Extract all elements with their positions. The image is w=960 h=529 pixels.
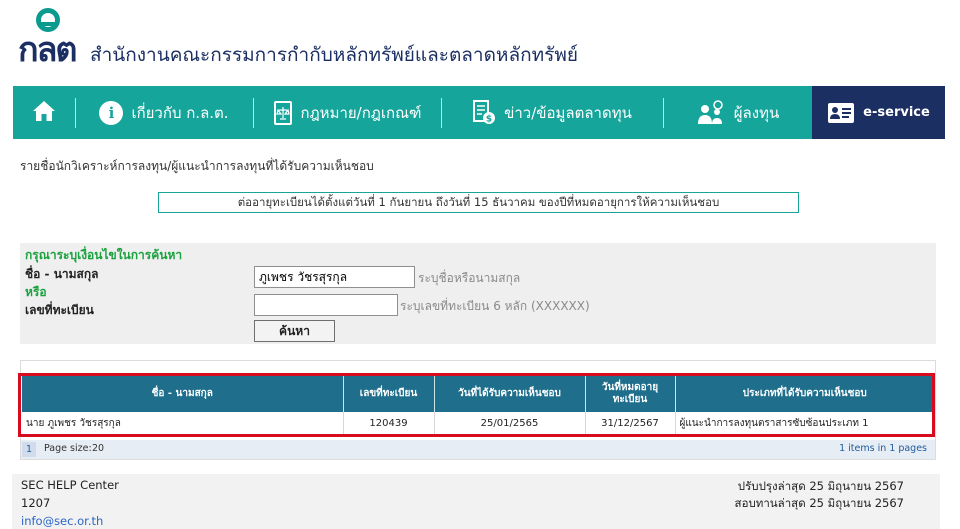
nav-laws-label: กฎหมาย/กฎเกณฑ์ (300, 103, 422, 122)
law-book-icon (273, 100, 293, 125)
pager-info: 1 items in 1 pages (839, 443, 927, 454)
site-footer: SEC HELP Center 1207 info@sec.or.th ปรับ… (12, 474, 940, 529)
nav-news[interactable]: $ ข่าว/ข้อมูลตลาดทุน (441, 86, 663, 139)
page-title: รายชื่อนักวิเคราะห์การลงทุน/ผู้แนะนำการล… (20, 159, 374, 173)
help-center-phone: 1207 (21, 496, 51, 510)
sec-logo[interactable]: กลต (18, 8, 77, 70)
nav-eservice-label: e-service (863, 105, 930, 120)
logo-text: กลต (18, 30, 77, 70)
nav-investor[interactable]: ผู้ลงทุน (663, 86, 812, 139)
nav-about[interactable]: i เกี่ยวกับ ก.ล.ต. (75, 86, 253, 139)
or-label: หรือ (25, 285, 47, 299)
page-size-label: Page size: (44, 443, 92, 454)
last-reviewed: สอบทานล่าสุด 25 มิถุนายน 2567 (734, 496, 904, 510)
organization-name: สำนักงานคณะกรรมการกำกับหลักทรัพย์และตลาด… (90, 44, 578, 66)
registration-help: ระบุเลขที่ทะเบียน 6 หลัก (XXXXXX) (400, 299, 590, 313)
main-nav: i เกี่ยวกับ ก.ล.ต. กฎหมาย/กฎเกณฑ์ $ ข่าว… (13, 86, 945, 139)
name-input[interactable]: ภูเพชร วัชรสุรกุล (254, 266, 415, 288)
page-size-select[interactable]: 20 (92, 443, 104, 454)
help-center-label: SEC HELP Center (21, 478, 119, 492)
search-panel: กรุณาระบุเงื่อนไขในการค้นหา ชื่อ - นามสก… (20, 243, 936, 344)
news-money-icon: $ (472, 99, 496, 126)
name-label: ชื่อ - นามสกุล (25, 267, 99, 281)
nav-investor-label: ผู้ลงทุน (733, 103, 780, 122)
nav-eservice[interactable]: e-service (812, 86, 945, 139)
last-updated: ปรับปรุงล่าสุด 25 มิถุนายน 2567 (737, 479, 904, 493)
registration-label: เลขที่ทะเบียน (25, 303, 94, 317)
page-number-button[interactable]: 1 (22, 442, 36, 457)
help-center-email-link[interactable]: info@sec.or.th (21, 514, 103, 528)
renewal-notice: ต่ออายุทะเบียนได้ตั้งแต่วันที่ 1 กันยายน… (158, 192, 799, 213)
logo-mark-icon (36, 8, 60, 32)
nav-news-label: ข่าว/ข้อมูลตลาดทุน (504, 103, 632, 122)
info-icon: i (99, 100, 124, 125)
nav-about-label: เกี่ยวกับ ก.ล.ต. (131, 103, 229, 122)
name-help: ระบุชื่อหรือนามสกุล (418, 271, 521, 285)
investor-icon (696, 99, 726, 126)
svg-text:$: $ (486, 114, 492, 124)
highlight-box (18, 373, 935, 437)
search-hint: กรุณาระบุเงื่อนไขในการค้นหา (25, 248, 183, 262)
search-button[interactable]: ค้นหา (254, 320, 335, 342)
home-icon (32, 100, 56, 126)
site-header: กลต สำนักงานคณะกรรมการกำกับหลักทรัพย์และ… (0, 0, 960, 85)
nav-home[interactable] (13, 86, 75, 139)
id-card-icon (827, 102, 855, 124)
nav-laws[interactable]: กฎหมาย/กฎเกณฑ์ (253, 86, 441, 139)
pager: 1 Page size: 20 1 items in 1 pages (21, 440, 935, 459)
registration-input[interactable] (254, 294, 398, 316)
